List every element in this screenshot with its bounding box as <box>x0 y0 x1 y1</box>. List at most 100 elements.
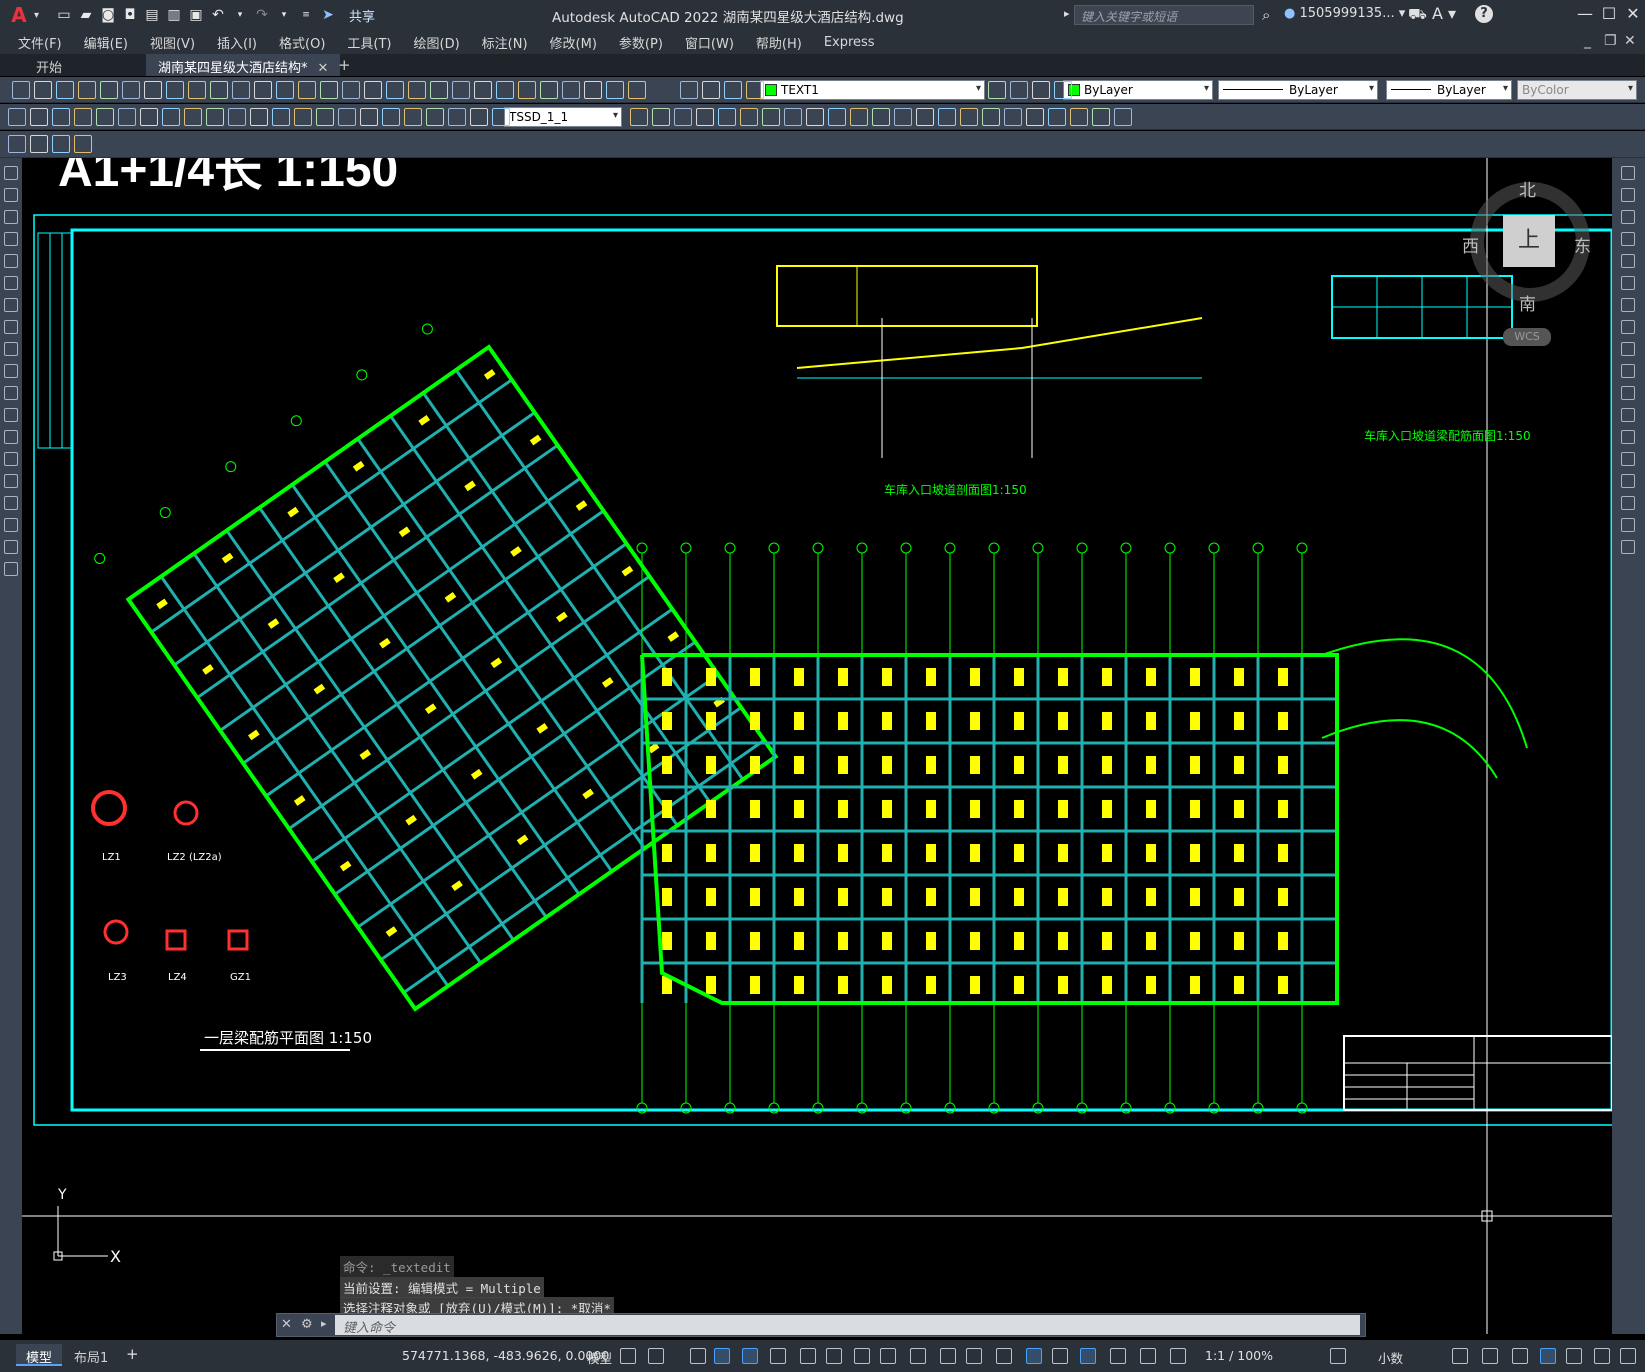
palette-tool-icon[interactable] <box>1621 540 1635 554</box>
toolbar-tool-icon[interactable] <box>232 81 250 99</box>
status-toggle-icon[interactable] <box>1482 1348 1498 1364</box>
palette-tool-icon[interactable] <box>4 474 18 488</box>
toolbar-tool-icon[interactable] <box>872 108 890 126</box>
units-dropdown[interactable]: 小数 <box>1378 1348 1403 1367</box>
color-dropdown[interactable]: ByLayer ▾ <box>1063 80 1213 100</box>
toolbar-tool-icon[interactable] <box>1004 108 1022 126</box>
status-toggle-icon[interactable] <box>770 1348 786 1364</box>
toolbar-tool-icon[interactable] <box>718 108 736 126</box>
toolbar-tool-icon[interactable] <box>762 108 780 126</box>
redo-dropdown-icon[interactable]: ▾ <box>275 6 293 24</box>
status-toggle-icon[interactable] <box>826 1348 842 1364</box>
annotation-scale[interactable]: 1:1 / 100% <box>1205 1348 1273 1363</box>
toolbar-tool-icon[interactable] <box>702 81 720 99</box>
status-toggle-icon[interactable] <box>714 1348 730 1364</box>
toolbar-tool-icon[interactable] <box>496 81 514 99</box>
toolbar-tool-icon[interactable] <box>1032 81 1050 99</box>
toolbar-tool-icon[interactable] <box>628 81 646 99</box>
toolbar-tool-icon[interactable] <box>254 81 272 99</box>
palette-tool-icon[interactable] <box>4 562 18 576</box>
palette-tool-icon[interactable] <box>4 320 18 334</box>
wcs-menu-button[interactable]: WCS <box>1503 328 1551 346</box>
toolbar-tool-icon[interactable] <box>188 81 206 99</box>
toolbar-tool-icon[interactable] <box>606 81 624 99</box>
palette-tool-icon[interactable] <box>4 166 18 180</box>
toolbar-tool-icon[interactable] <box>12 81 30 99</box>
toolbar-tool-icon[interactable] <box>680 81 698 99</box>
viewcube-top-face[interactable]: 上 <box>1503 215 1555 267</box>
redo-icon[interactable]: ↷ <box>253 6 271 24</box>
open-file-icon[interactable]: ▰ <box>77 6 95 24</box>
save-as-icon[interactable]: ◘ <box>121 6 139 24</box>
toolbar-tool-icon[interactable] <box>828 108 846 126</box>
toolbar-tool-icon[interactable] <box>276 81 294 99</box>
toolbar-tool-icon[interactable] <box>294 108 312 126</box>
toolbar-tool-icon[interactable] <box>894 108 912 126</box>
toolbar-tool-icon[interactable] <box>404 108 422 126</box>
palette-tool-icon[interactable] <box>4 210 18 224</box>
layer-dropdown[interactable]: TEXT1 ▾ <box>760 80 985 100</box>
menu-parametric[interactable]: 参数(P) <box>619 33 663 52</box>
cad-drawing[interactable]: A1+1/4长 1:150 车库入口坡道剖面图1:150 车库入口坡道梁配筋面图… <box>22 158 1612 1334</box>
toolbar-tool-icon[interactable] <box>316 108 334 126</box>
toolbar-tool-icon[interactable] <box>96 108 114 126</box>
cart-icon[interactable]: ⛟ <box>1408 5 1427 25</box>
toolbar-tool-icon[interactable] <box>34 81 52 99</box>
status-toggle-icon[interactable] <box>1540 1348 1556 1364</box>
toolbar-tool-icon[interactable] <box>452 81 470 99</box>
toolbar-tool-icon[interactable] <box>118 108 136 126</box>
menu-tools[interactable]: 工具(T) <box>347 33 391 52</box>
status-toggle-icon[interactable] <box>648 1348 664 1364</box>
toolbar-tool-icon[interactable] <box>386 81 404 99</box>
command-close-icon[interactable]: ✕ <box>281 1317 292 1332</box>
undo-dropdown-icon[interactable]: ▾ <box>231 6 249 24</box>
toolbar-tool-icon[interactable] <box>364 81 382 99</box>
toolbar-tool-icon[interactable] <box>696 108 714 126</box>
palette-tool-icon[interactable] <box>4 298 18 312</box>
toolbar-tool-icon[interactable] <box>518 81 536 99</box>
toolbar-tool-icon[interactable] <box>982 108 1000 126</box>
menu-window[interactable]: 窗口(W) <box>685 33 734 52</box>
menu-view[interactable]: 视图(V) <box>150 33 195 52</box>
toolbar-tool-icon[interactable] <box>1092 108 1110 126</box>
menu-format[interactable]: 格式(O) <box>279 33 325 52</box>
status-toggle-icon[interactable] <box>910 1348 926 1364</box>
undo-icon[interactable]: ↶ <box>209 6 227 24</box>
palette-tool-icon[interactable] <box>4 430 18 444</box>
palette-tool-icon[interactable] <box>1621 210 1635 224</box>
toolbar-tool-icon[interactable] <box>1054 81 1072 99</box>
status-toggle-icon[interactable] <box>1140 1348 1156 1364</box>
palette-tool-icon[interactable] <box>4 232 18 246</box>
status-toggle-icon[interactable] <box>996 1348 1012 1364</box>
status-toggle-icon[interactable] <box>1452 1348 1468 1364</box>
status-toggle-icon[interactable] <box>1620 1348 1636 1364</box>
toolbar-tool-icon[interactable] <box>1070 108 1088 126</box>
search-icon[interactable]: ⌕ <box>1262 6 1270 24</box>
user-account[interactable]: ● 1505999135... ▾ <box>1284 6 1405 21</box>
palette-tool-icon[interactable] <box>4 540 18 554</box>
toolbar-tool-icon[interactable] <box>470 108 488 126</box>
tab-model[interactable]: 模型 <box>16 1344 63 1366</box>
viewcube-east[interactable]: 东 <box>1574 232 1591 257</box>
save-icon[interactable]: ◙ <box>99 6 117 24</box>
cursor-coordinates[interactable]: 574771.1368, -483.9626, 0.0000 <box>402 1348 609 1363</box>
app-menu-chevron-icon[interactable]: ▾ <box>34 10 39 21</box>
new-tab-button[interactable]: + <box>338 56 351 74</box>
toolbar-tool-icon[interactable] <box>360 108 378 126</box>
toolbar-tool-icon[interactable] <box>382 108 400 126</box>
menu-draw[interactable]: 绘图(D) <box>414 33 460 52</box>
toolbar-tool-icon[interactable] <box>988 81 1006 99</box>
toolbar-tool-icon[interactable] <box>162 108 180 126</box>
toolbar-tool-icon[interactable] <box>740 108 758 126</box>
toolbar-tool-icon[interactable] <box>342 81 360 99</box>
toolbar-tool-icon[interactable] <box>144 81 162 99</box>
toolbar-tool-icon[interactable] <box>540 81 558 99</box>
customize-qat-icon[interactable]: ≡ <box>297 6 315 24</box>
toolbar-tool-icon[interactable] <box>228 108 246 126</box>
plotstyle-dropdown[interactable]: ByColor ▾ <box>1517 80 1637 100</box>
toolbar-tool-icon[interactable] <box>1026 108 1044 126</box>
status-toggle-icon[interactable] <box>1026 1348 1042 1364</box>
toolbar-tool-icon[interactable] <box>298 81 316 99</box>
open-from-web-icon[interactable]: ▤ <box>143 6 161 24</box>
status-toggle-icon[interactable] <box>1170 1348 1186 1364</box>
